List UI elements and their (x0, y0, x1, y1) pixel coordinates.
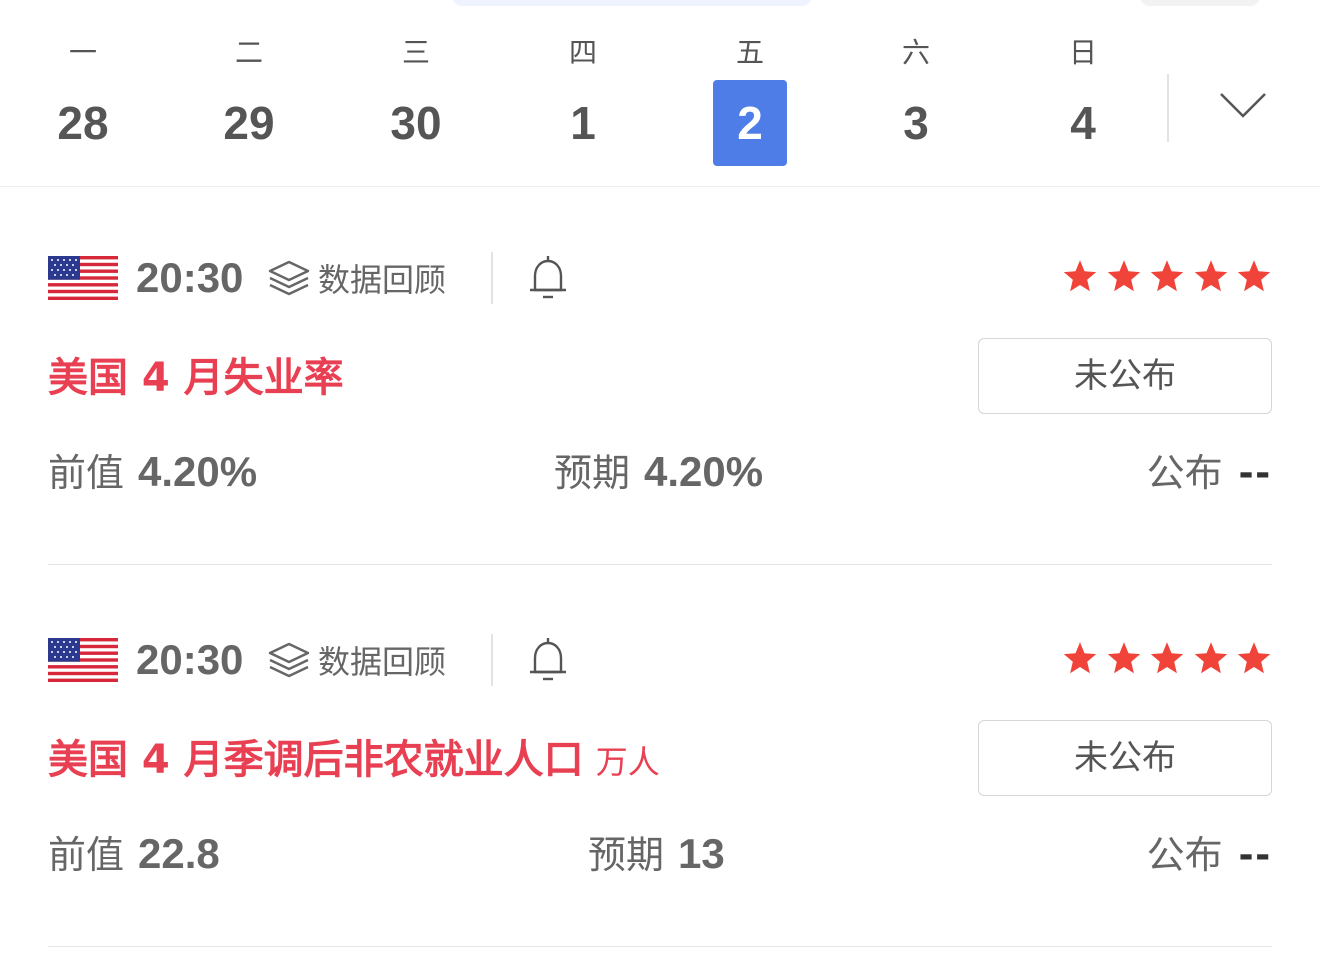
day-sunday[interactable]: 日 4 (1046, 30, 1120, 180)
event-separator (48, 946, 1272, 947)
status-badge[interactable]: 未公布 (978, 720, 1272, 796)
data-review-button[interactable]: 数据回顾 (266, 256, 446, 300)
review-label: 数据回顾 (318, 643, 447, 681)
day-friday[interactable]: 五 2 (713, 30, 787, 180)
star-icon (1237, 260, 1271, 292)
date-number-selected: 2 (713, 80, 787, 166)
star-icon (1063, 260, 1097, 292)
weekday-label: 二 (234, 36, 263, 69)
importance-stars (1062, 258, 1272, 298)
forecast-label: 预期 (588, 833, 665, 877)
actual-label: 公布 (1146, 833, 1223, 877)
event-unit: 万人 (595, 743, 660, 781)
event-card[interactable]: 20:30 数据回顾 美国 4 月失业率 未公布 前值 4.20% 预期 4.20%… (48, 252, 1272, 586)
star-icon (1150, 642, 1184, 674)
forecast-value-row: 预期 13 (588, 826, 725, 882)
bell-icon[interactable] (526, 636, 570, 684)
event-title: 美国 4 月季调后非农就业人口 万人 (48, 730, 660, 790)
previous-value: 22.8 (138, 830, 220, 877)
weekday-label: 五 (735, 36, 764, 69)
forecast-label: 预期 (554, 451, 631, 495)
star-icon (1194, 260, 1227, 292)
previous-value-row: 前值 4.20% (48, 444, 257, 500)
us-flag-icon (48, 256, 118, 300)
header-divider (491, 252, 493, 304)
forecast-value: 4.20% (644, 448, 764, 495)
weekday-label: 一 (68, 36, 97, 69)
week-date-strip: 一 28 二 29 三 30 四 1 五 2 六 3 日 4 (0, 0, 1320, 187)
status-badge[interactable]: 未公布 (978, 338, 1272, 414)
us-flag-icon (48, 638, 118, 682)
day-tuesday[interactable]: 二 29 (212, 30, 286, 180)
star-icon (1107, 260, 1140, 292)
day-saturday[interactable]: 六 3 (879, 30, 953, 180)
previous-value: 4.20% (138, 448, 258, 495)
actual-value-row: 公布 -- (1147, 444, 1272, 500)
star-icon (1063, 642, 1097, 674)
day-monday[interactable]: 一 28 (46, 30, 120, 180)
week-divider (1167, 74, 1169, 142)
layers-icon (268, 260, 310, 296)
date-number: 30 (390, 97, 442, 149)
event-card[interactable]: 20:30 数据回顾 美国 4 月季调后非农就业人口 万人 未公布 前值 22.8 … (48, 634, 1272, 968)
chevron-down-icon (1220, 93, 1266, 118)
weekday-label: 三 (401, 36, 430, 69)
star-icon (1194, 642, 1227, 674)
previous-label: 前值 (48, 833, 125, 877)
day-wednesday[interactable]: 三 30 (379, 30, 453, 180)
expand-calendar-button[interactable] (1212, 78, 1274, 134)
date-number: 1 (570, 97, 596, 149)
weekday-label: 日 (1068, 36, 1097, 69)
actual-value: -- (1238, 447, 1272, 496)
event-time: 20:30 (136, 254, 244, 301)
event-separator (48, 564, 1272, 565)
event-time: 20:30 (136, 636, 244, 683)
header-divider (491, 634, 493, 686)
actual-value: -- (1238, 829, 1272, 878)
forecast-value-row: 预期 4.20% (554, 444, 763, 500)
importance-stars (1062, 640, 1272, 680)
star-icon (1150, 260, 1184, 292)
day-thursday[interactable]: 四 1 (546, 30, 620, 180)
forecast-value: 13 (678, 830, 725, 877)
layers-icon (268, 642, 310, 678)
actual-value-row: 公布 -- (1147, 826, 1272, 882)
bell-icon[interactable] (526, 254, 570, 302)
actual-label: 公布 (1146, 451, 1223, 495)
event-title-text: 美国 4 月失业率 (48, 355, 344, 401)
star-icon (1107, 642, 1140, 674)
event-title-text: 美国 4 月季调后非农就业人口 (48, 737, 584, 783)
date-number: 28 (57, 97, 109, 149)
star-icon (1237, 642, 1271, 674)
weekday-label: 六 (901, 36, 930, 69)
date-number: 3 (903, 97, 929, 149)
previous-value-row: 前值 22.8 (48, 826, 220, 882)
weekday-label: 四 (568, 36, 597, 69)
data-review-button[interactable]: 数据回顾 (266, 638, 446, 682)
date-number: 4 (1070, 97, 1096, 149)
review-label: 数据回顾 (318, 261, 447, 299)
date-number: 29 (223, 97, 275, 149)
event-title: 美国 4 月失业率 (48, 348, 344, 408)
previous-label: 前值 (48, 451, 125, 495)
